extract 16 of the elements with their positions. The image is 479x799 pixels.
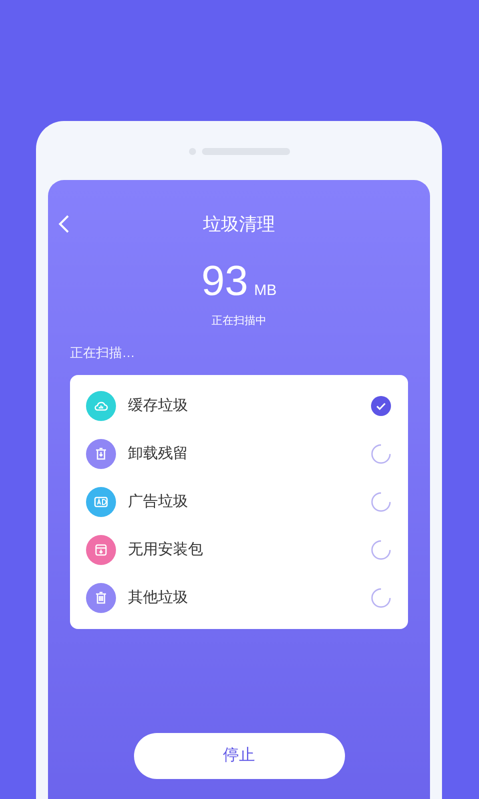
scan-amount: 93	[201, 260, 248, 302]
scan-status: 正在扫描中	[212, 314, 266, 328]
category-label: 卸载残留	[128, 444, 188, 464]
category-label: 其他垃圾	[128, 588, 188, 608]
package-icon	[93, 542, 109, 558]
ad-icon	[93, 494, 109, 510]
category-label: 缓存垃圾	[128, 396, 188, 416]
category-label: 无用安装包	[128, 540, 203, 560]
trash-icon	[93, 590, 109, 606]
stop-button[interactable]: 停止	[134, 733, 344, 779]
scan-progress-label: 正在扫描…	[70, 345, 135, 360]
page-title: 垃圾清理	[203, 212, 275, 236]
back-icon[interactable]	[58, 214, 70, 234]
scan-unit: MB	[254, 281, 277, 301]
trash-icon	[93, 446, 109, 462]
category-label: 广告垃圾	[128, 492, 188, 512]
